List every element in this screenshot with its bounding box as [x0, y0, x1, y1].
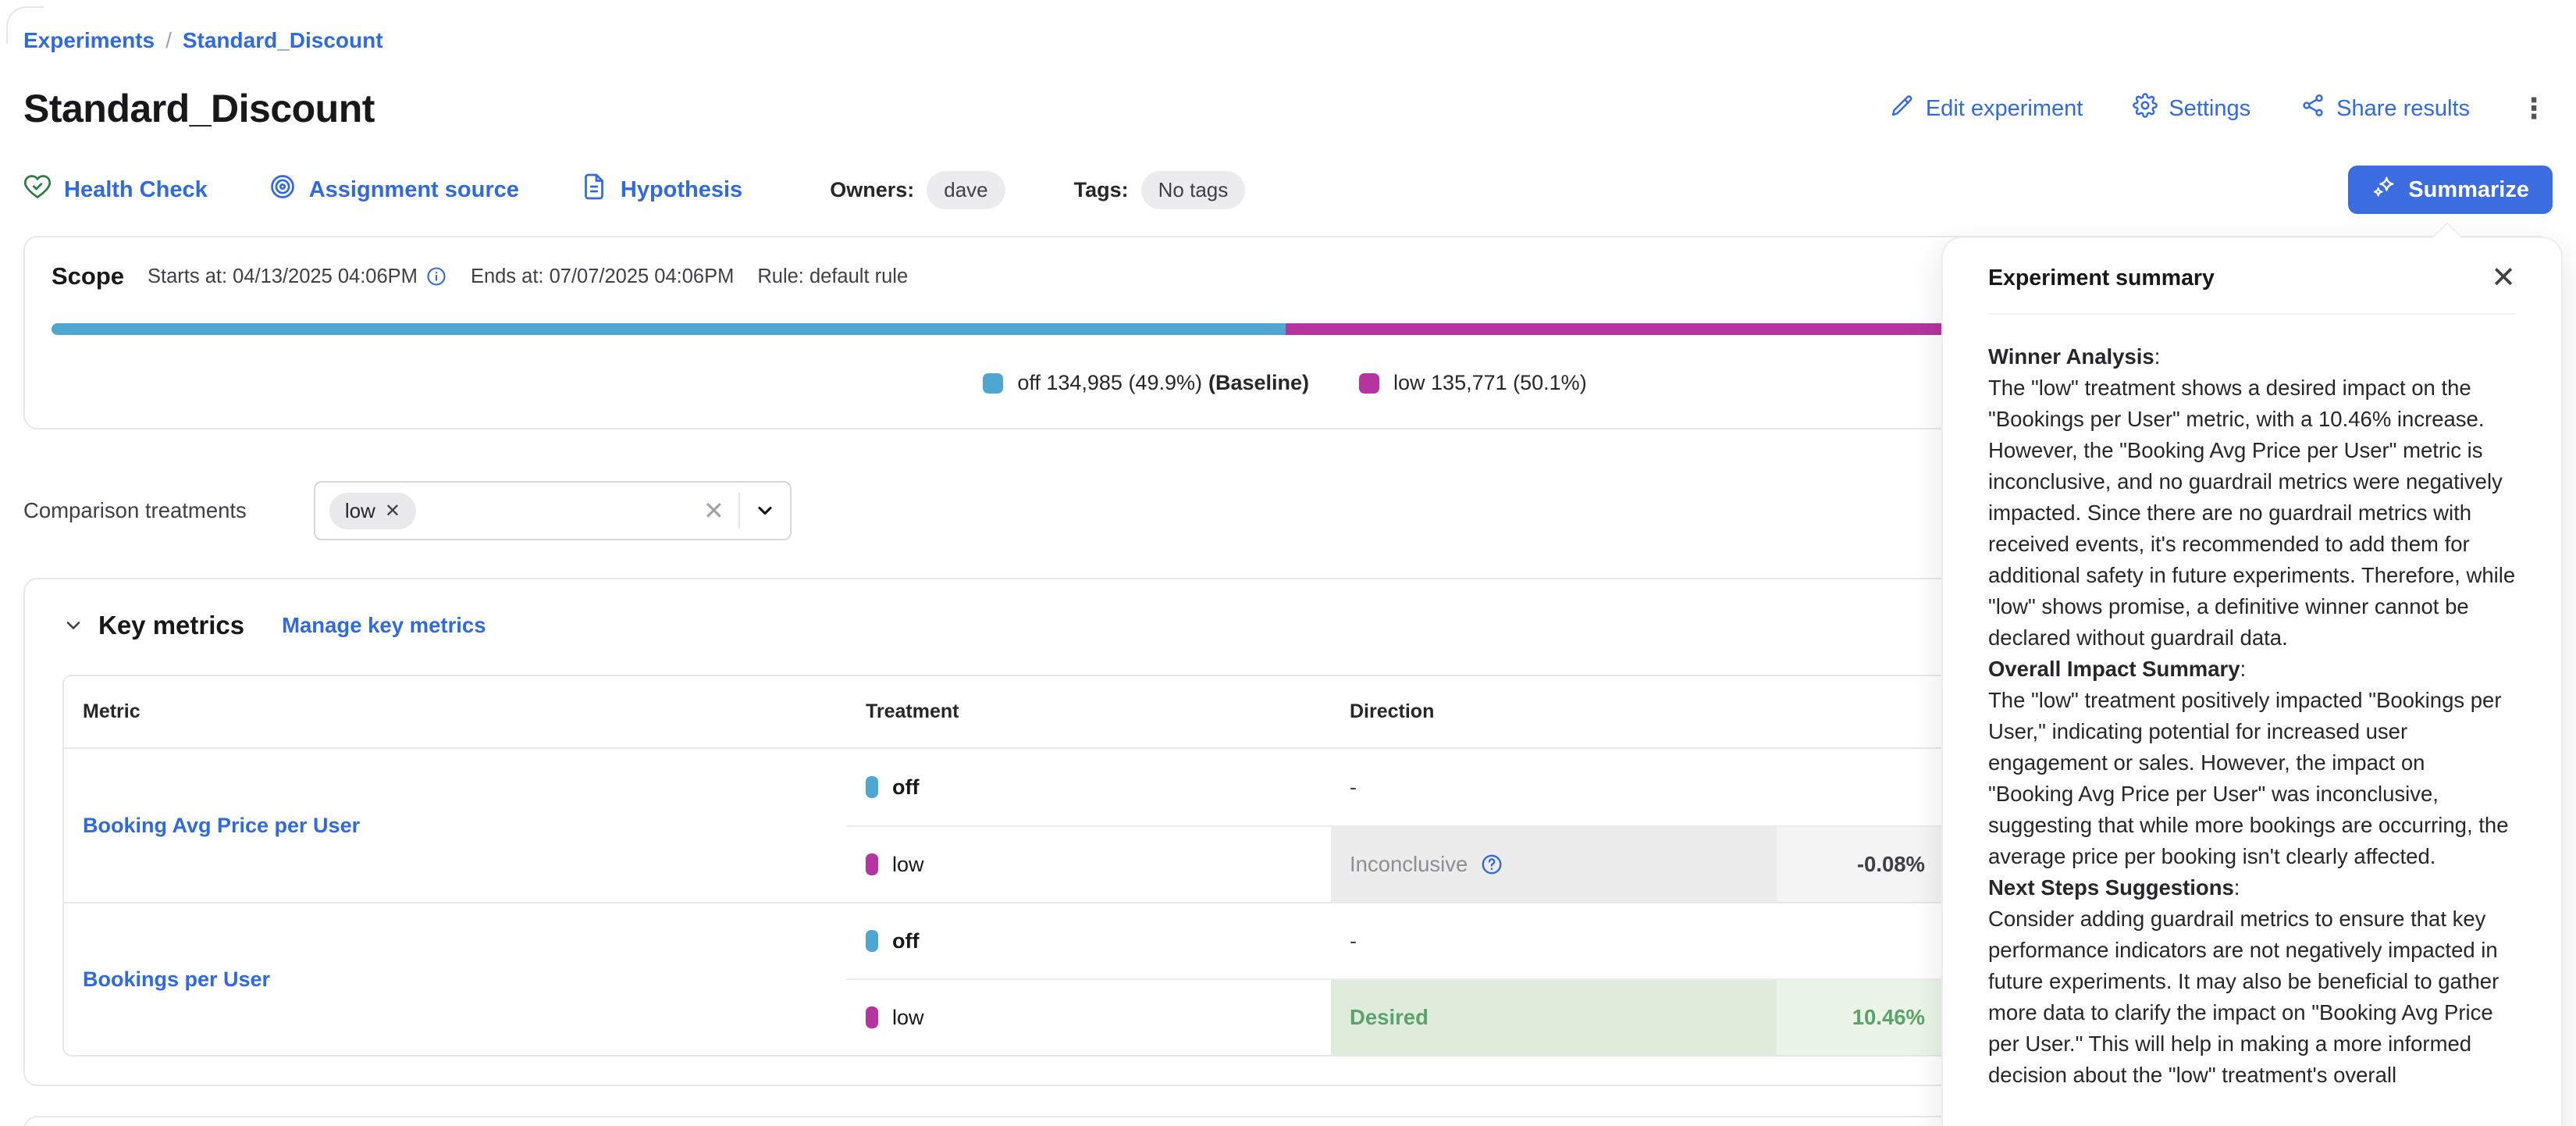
direction-cell-inconclusive: Inconclusive	[1331, 825, 1777, 902]
help-circle-icon[interactable]	[1480, 853, 1503, 876]
legend-item-low: low 135,771 (50.1%)	[1359, 371, 1593, 395]
summary-section: Winner Analysis:The "low" treatment show…	[1988, 341, 2516, 654]
legend-swatch-low	[1359, 373, 1379, 394]
panel-title: Experiment summary	[1988, 265, 2215, 291]
treatment-cell: off	[847, 749, 1331, 825]
tags-group: Tags: No tags	[1074, 171, 1246, 209]
direction-cell: -	[1331, 902, 1777, 978]
collapse-chevron-icon[interactable]	[62, 615, 84, 636]
page-title: Standard_Discount	[23, 86, 375, 131]
close-icon[interactable]: ✕	[2491, 263, 2516, 293]
hypothesis-label: Hypothesis	[621, 177, 742, 203]
assignment-source-link[interactable]: Assignment source	[269, 173, 519, 207]
tags-label: Tags:	[1074, 178, 1129, 202]
edit-experiment-button[interactable]: Edit experiment	[1890, 93, 2083, 124]
panel-body: Winner Analysis:The "low" treatment show…	[1943, 315, 2561, 1122]
treatment-cell: low	[847, 978, 1331, 1055]
breadcrumb: Experiments / Standard_Discount	[23, 0, 2553, 53]
header-actions: Edit experiment Settings Share results ⋮	[1890, 93, 2553, 124]
gear-icon	[2133, 93, 2158, 124]
settings-label: Settings	[2169, 96, 2250, 122]
value-cell	[1777, 749, 1942, 825]
treatments-select[interactable]: low ✕ ✕	[314, 481, 792, 540]
info-icon[interactable]	[425, 265, 447, 287]
tags-pill[interactable]: No tags	[1141, 171, 1246, 209]
delta-value-cell: -0.08%	[1777, 825, 1942, 902]
share-results-label: Share results	[2336, 96, 2470, 122]
treatment-swatch-off	[866, 930, 878, 952]
metric-link-bookings-per-user[interactable]: Bookings per User	[64, 902, 847, 1055]
summarize-label: Summarize	[2408, 177, 2529, 203]
legend-item-off: off 134,985 (49.9%)(Baseline)	[983, 371, 1309, 395]
health-check-label: Health Check	[64, 177, 208, 203]
panel-header: Experiment summary ✕	[1943, 238, 2561, 313]
experiment-summary-panel: Experiment summary ✕ Winner Analysis:The…	[1941, 237, 2563, 1126]
breadcrumb-current[interactable]: Standard_Discount	[183, 28, 383, 53]
document-icon	[580, 173, 608, 207]
scope-rule: Rule: default rule	[757, 265, 908, 288]
assignment-source-label: Assignment source	[309, 177, 519, 203]
scope-starts-at: Starts at: 04/13/2025 04:06PM	[148, 265, 447, 288]
manage-key-metrics-link[interactable]: Manage key metrics	[282, 613, 486, 638]
comparison-treatments-label: Comparison treatments	[23, 498, 247, 523]
scope-ends-at: Ends at: 07/07/2025 04:06PM	[471, 265, 734, 288]
col-header-treatment: Treatment	[847, 676, 1331, 749]
treatment-swatch-low	[866, 1007, 878, 1028]
allocation-segment-off	[52, 323, 1286, 335]
direction-cell: -	[1331, 749, 1777, 825]
legend-swatch-off	[983, 373, 1003, 394]
bullseye-icon	[269, 173, 297, 207]
summary-section: Overall Impact Summary:The "low" treatme…	[1988, 654, 2516, 872]
treatment-cell: low	[847, 825, 1331, 902]
owners-group: Owners: dave	[830, 171, 1005, 209]
owners-label: Owners:	[830, 178, 914, 202]
col-header-spacer	[1777, 676, 1942, 749]
header-row: Standard_Discount Edit experiment Settin…	[23, 86, 2553, 131]
select-divider	[738, 493, 740, 529]
treatment-cell: off	[847, 902, 1331, 978]
treatment-swatch-low	[866, 853, 878, 875]
value-cell	[1777, 902, 1942, 978]
col-header-metric: Metric	[64, 676, 847, 749]
settings-button[interactable]: Settings	[2133, 93, 2250, 124]
select-clear-icon[interactable]: ✕	[703, 496, 724, 526]
delta-value-cell: 10.46%	[1777, 978, 1942, 1055]
pencil-icon	[1890, 93, 1915, 124]
treatment-chip-low[interactable]: low ✕	[329, 493, 416, 529]
edit-experiment-label: Edit experiment	[1926, 96, 2083, 122]
meta-row: Health Check Assignment source Hypothesi…	[23, 166, 2553, 214]
health-check-link[interactable]: Health Check	[23, 173, 208, 207]
key-metrics-title: Key metrics	[98, 611, 244, 640]
summary-section: Next Steps Suggestions:Consider adding g…	[1988, 872, 2516, 1091]
heart-check-icon	[23, 173, 52, 207]
scope-title: Scope	[52, 262, 124, 290]
chip-remove-icon[interactable]: ✕	[385, 500, 400, 522]
breadcrumb-separator: /	[165, 28, 172, 53]
treatment-swatch-off	[866, 776, 878, 798]
summarize-button[interactable]: Summarize	[2348, 166, 2553, 214]
direction-cell-desired: Desired	[1331, 978, 1777, 1055]
chevron-down-icon[interactable]	[754, 500, 776, 522]
more-options-kebab-icon[interactable]: ⋮	[2520, 94, 2548, 123]
sparkles-icon	[2371, 174, 2396, 205]
share-results-button[interactable]: Share results	[2300, 93, 2470, 124]
col-header-direction: Direction	[1331, 676, 1777, 749]
breadcrumb-experiments[interactable]: Experiments	[23, 28, 155, 53]
metric-link-booking-avg-price[interactable]: Booking Avg Price per User	[64, 749, 847, 902]
share-icon	[2300, 93, 2325, 124]
owner-pill[interactable]: dave	[927, 171, 1005, 209]
hypothesis-link[interactable]: Hypothesis	[580, 173, 742, 207]
